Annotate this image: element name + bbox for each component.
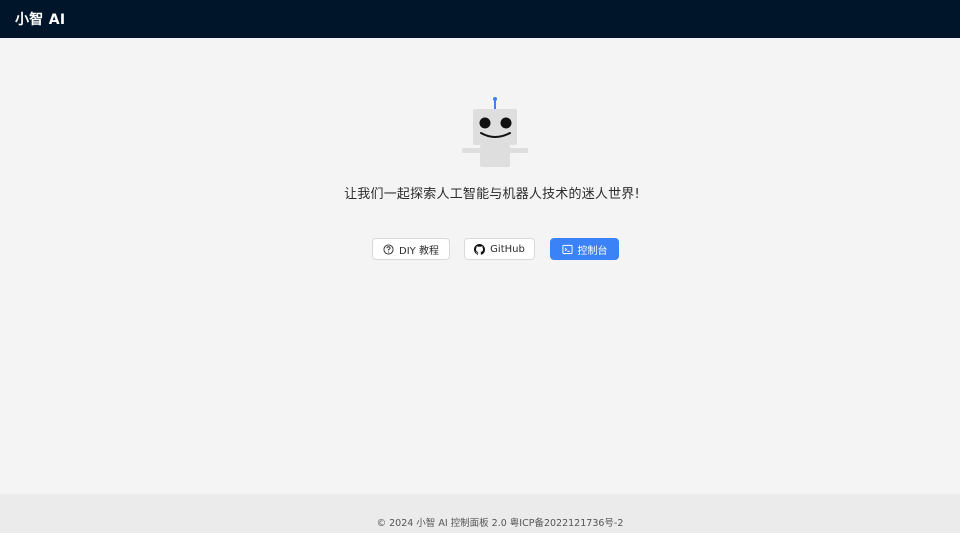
copyright-text: © 2024 小智 AI 控制面板 2.0 粤ICP备2022121736号-2: [376, 518, 624, 529]
main-content: 让我们一起探索人工智能与机器人技术的迷人世界! DIY 教程 GitHub 控制…: [0, 38, 960, 494]
console-button[interactable]: 控制台: [550, 238, 619, 260]
terminal-icon: [561, 244, 573, 255]
tagline-text: 让我们一起探索人工智能与机器人技术的迷人世界!: [344, 187, 640, 202]
github-label: GitHub: [490, 243, 525, 255]
github-icon: [474, 243, 486, 255]
github-button[interactable]: GitHub: [464, 238, 535, 260]
robot-mascot-icon: [462, 97, 528, 167]
top-navbar: 小智 AI: [0, 0, 960, 38]
app-title[interactable]: 小智 AI: [15, 9, 65, 29]
question-circle-icon: [383, 243, 394, 255]
console-label: 控制台: [577, 245, 608, 257]
diy-tutorial-label: DIY 教程: [399, 245, 439, 257]
diy-tutorial-button[interactable]: DIY 教程: [372, 238, 450, 260]
page-footer: © 2024 小智 AI 控制面板 2.0 粤ICP备2022121736号-2: [0, 494, 960, 533]
